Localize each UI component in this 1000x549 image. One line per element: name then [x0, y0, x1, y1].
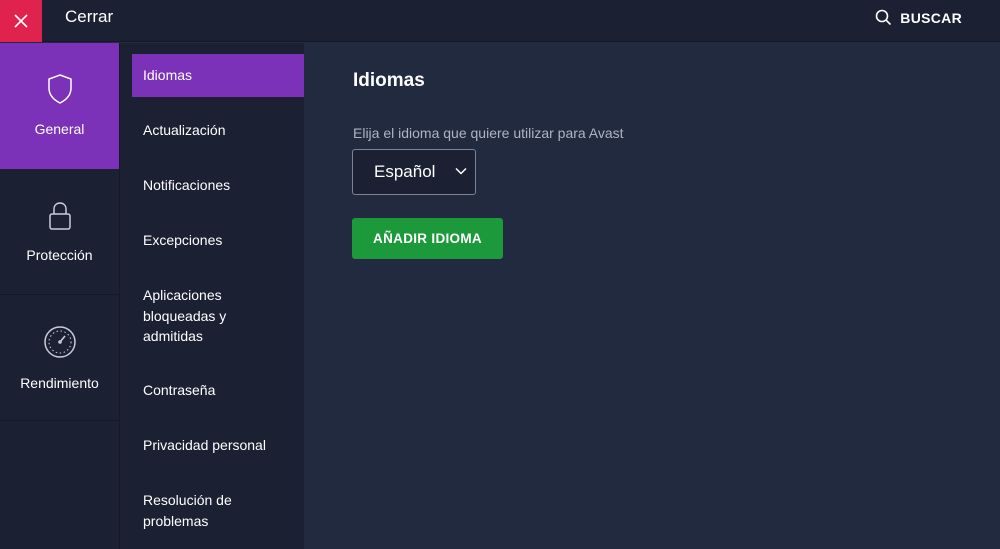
subnav-item-privacidad[interactable]: Privacidad personal: [132, 435, 304, 456]
category-proteccion[interactable]: Protección: [0, 169, 119, 295]
subnav-item-resolucion[interactable]: Resolución de problemas: [132, 490, 262, 531]
subnav-item-idiomas[interactable]: Idiomas: [132, 54, 304, 97]
settings-subnav: Idiomas Actualización Notificaciones Exc…: [119, 43, 304, 549]
language-select-value: Español: [374, 162, 436, 181]
subnav-item-notificaciones[interactable]: Notificaciones: [132, 175, 304, 196]
speedometer-icon: [43, 326, 76, 358]
main-panel: Idiomas Elija el idioma que quiere utili…: [304, 43, 1000, 549]
language-select[interactable]: Español: [352, 149, 476, 195]
subnav-item-contrasena[interactable]: Contraseña: [132, 380, 304, 401]
subnav-item-actualizacion[interactable]: Actualización: [132, 120, 304, 141]
subnav-item-excepciones[interactable]: Excepciones: [132, 230, 304, 251]
close-label[interactable]: Cerrar: [65, 7, 113, 27]
search-button[interactable]: BUSCAR: [875, 9, 962, 26]
top-bar: Cerrar BUSCAR: [0, 0, 1000, 42]
page-title: Idiomas: [353, 70, 425, 91]
search-label: BUSCAR: [900, 9, 962, 26]
subnav-item-aplicaciones[interactable]: Aplicaciones bloqueadas y admitidas: [132, 285, 272, 347]
lock-icon: [48, 202, 71, 230]
search-icon: [875, 9, 892, 26]
category-rendimiento[interactable]: Rendimiento: [0, 295, 119, 421]
category-label: Rendimiento: [20, 375, 99, 391]
chevron-down-icon: [455, 167, 467, 175]
close-button[interactable]: [0, 0, 42, 42]
category-label: Protección: [26, 247, 93, 263]
close-icon: [14, 14, 28, 28]
shield-icon: [47, 74, 72, 104]
category-sidebar: General Protección Rendimiento: [0, 43, 119, 549]
add-language-button[interactable]: AÑADIR IDIOMA: [352, 218, 503, 259]
language-description: Elija el idioma que quiere utilizar para…: [353, 125, 624, 141]
category-label: General: [34, 121, 85, 137]
category-general[interactable]: General: [0, 43, 119, 169]
